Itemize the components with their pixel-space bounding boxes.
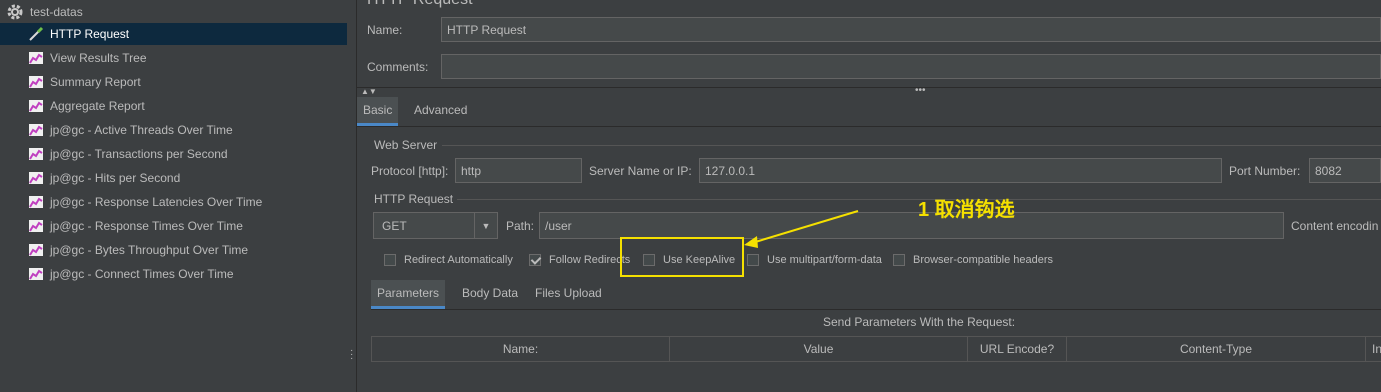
tree-item-label: Summary Report [50,75,141,89]
graph-icon [29,220,43,232]
graph-icon [29,124,43,136]
comments-field[interactable] [441,54,1381,79]
annotation-highlight-box [620,237,744,277]
tree-item-label: jp@gc - Connect Times Over Time [50,267,234,281]
collapse-divider [357,87,1381,88]
http-request-group-label: HTTP Request [374,192,454,206]
tree-item-label: jp@gc - Response Times Over Time [50,219,243,233]
tree-item-hits-per-second[interactable]: jp@gc - Hits per Second [28,167,347,189]
graph-icon [29,76,43,88]
column-header-name[interactable]: Name: [371,336,670,362]
tree-root-node[interactable]: test-datas [6,2,83,22]
name-label: Name: [367,23,403,37]
tree-item-active-threads[interactable]: jp@gc - Active Threads Over Time [28,119,347,141]
tree-item-transactions-per-second[interactable]: jp@gc - Transactions per Second [28,143,347,165]
splitter-handle-icon: · · · [350,345,354,364]
tree-item-label: HTTP Request [50,27,130,41]
tree-item-label: jp@gc - Transactions per Second [50,147,228,161]
checkbox-label: Use multipart/form-data [767,254,882,266]
tree-item-view-results-tree[interactable]: View Results Tree [28,47,347,69]
method-select[interactable]: GET ▼ [373,212,498,239]
checkbox-label: Follow Redirects [549,254,631,266]
web-server-group-label: Web Server [374,138,438,152]
graph-icon [29,52,43,64]
browser-compatible-headers-checkbox[interactable]: Browser-compatible headers [893,254,1053,266]
tree-item-response-latencies[interactable]: jp@gc - Response Latencies Over Time [28,191,347,213]
name-field[interactable]: HTTP Request [441,17,1381,42]
tree-item-label: jp@gc - Hits per Second [50,171,181,185]
path-field[interactable]: /user [539,212,1284,239]
tab-files-upload[interactable]: Files Upload [529,280,608,306]
tab-body-data[interactable]: Body Data [456,280,524,306]
graph-icon [29,244,43,256]
tree-item-label: View Results Tree [50,51,147,65]
graph-icon [29,268,43,280]
follow-redirects-checkbox[interactable]: Follow Redirects [529,254,630,266]
tree-item-label: Aggregate Report [50,99,145,113]
graph-icon [29,100,43,112]
tab-basic[interactable]: Basic [357,97,399,126]
content-encoding-label: Content encodin [1291,219,1379,233]
redirect-automatically-checkbox[interactable]: Redirect Automatically [384,254,513,266]
gear-icon [7,4,23,20]
method-value: GET [382,218,407,233]
port-number-field[interactable]: 8082 [1309,158,1381,183]
tree-item-http-request[interactable]: HTTP Request [0,23,347,45]
panel-title: HTTP Request [367,0,473,9]
params-caption: Send Parameters With the Request: [823,315,1016,329]
use-multipart-checkbox[interactable]: Use multipart/form-data [747,254,882,266]
server-name-field[interactable]: 127.0.0.1 [699,158,1222,183]
checkbox-box[interactable] [747,254,759,266]
tab-parameters[interactable]: Parameters [371,280,446,309]
column-header-content-type[interactable]: Content-Type [1066,336,1366,362]
graph-icon [29,172,43,184]
tree-item-label: jp@gc - Bytes Throughput Over Time [50,243,249,257]
protocol-label: Protocol [http]: [371,164,449,178]
tree-item-label: jp@gc - Active Threads Over Time [50,123,233,137]
checkbox-label: Browser-compatible headers [913,254,1054,266]
tree-root-label: test-datas [30,5,83,19]
sub-tab-divider [371,309,1381,310]
http-request-panel: HTTP Request Name: HTTP Request Comments… [357,0,1381,392]
pipette-icon [29,26,44,41]
column-header-value[interactable]: Value [669,336,968,362]
tree-item-connect-times[interactable]: jp@gc - Connect Times Over Time [28,263,347,285]
annotation-text: 1 取消钩选 [918,199,1015,221]
protocol-field[interactable]: http [455,158,582,183]
graph-icon [29,148,43,160]
checkbox-box[interactable] [529,254,541,266]
checkbox-box[interactable] [384,254,396,266]
tree-item-bytes-throughput[interactable]: jp@gc - Bytes Throughput Over Time [28,239,347,261]
graph-icon [29,196,43,208]
column-header-url-encode[interactable]: URL Encode? [967,336,1067,362]
path-label: Path: [506,219,535,233]
drag-handle-icon[interactable]: ••• [915,85,926,96]
web-server-group-border [442,145,1381,146]
tree-item-response-times[interactable]: jp@gc - Response Times Over Time [28,215,347,237]
comments-label: Comments: [367,60,429,74]
tree-item-label: jp@gc - Response Latencies Over Time [50,195,263,209]
checkbox-label: Redirect Automatically [404,254,513,266]
server-name-label: Server Name or IP: [589,164,692,178]
tab-divider [357,126,1381,127]
tree-item-aggregate-report[interactable]: Aggregate Report [28,95,347,117]
tree-item-summary-report[interactable]: Summary Report [28,71,347,93]
tab-advanced[interactable]: Advanced [408,97,473,123]
test-plan-tree: test-datas HTTP Request View Results Tre… [0,0,347,392]
port-number-label: Port Number: [1229,164,1301,178]
chevron-down-icon[interactable]: ▼ [474,213,497,238]
checkbox-box[interactable] [893,254,905,266]
collapse-arrows-icon[interactable]: ▲▼ [361,87,377,96]
vertical-splitter[interactable]: · · · [347,0,357,392]
column-header-include[interactable]: In [1365,336,1381,362]
